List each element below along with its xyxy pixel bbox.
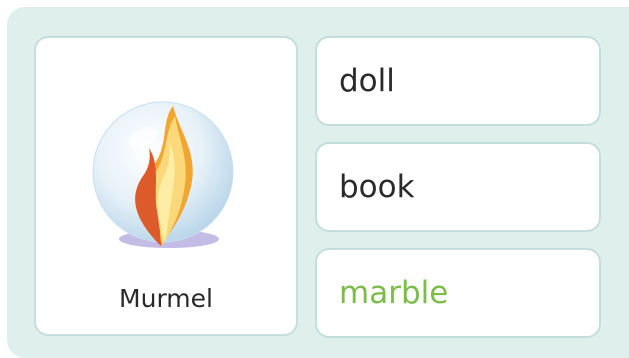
prompt-word: Murmel bbox=[119, 284, 213, 313]
answer-option-doll[interactable]: doll bbox=[315, 36, 601, 126]
answer-option-label: book bbox=[339, 169, 415, 205]
answer-option-book[interactable]: book bbox=[315, 142, 601, 232]
answer-option-label: marble bbox=[339, 275, 449, 311]
answer-option-label: doll bbox=[339, 63, 395, 99]
marble-icon bbox=[92, 101, 234, 248]
answer-option-marble[interactable]: marble bbox=[315, 248, 601, 338]
prompt-card: Murmel bbox=[34, 36, 298, 336]
